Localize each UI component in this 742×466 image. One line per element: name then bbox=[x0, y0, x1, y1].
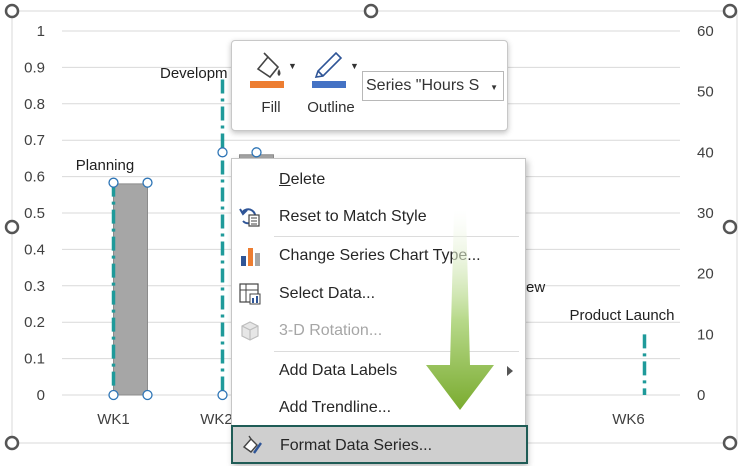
menu-item-delete[interactable]: Delete bbox=[232, 162, 525, 198]
menu-item-format-data-series[interactable]: Format Data Series... bbox=[231, 425, 528, 464]
paint-bucket-icon bbox=[250, 52, 284, 88]
resize-handle-bottom-right[interactable] bbox=[722, 435, 738, 451]
outline-color-swatch bbox=[312, 81, 346, 88]
fill-color-swatch bbox=[250, 81, 284, 88]
primary-axis-tick-label: 0.9 bbox=[24, 59, 45, 76]
primary-axis-tick-label: 0.2 bbox=[24, 314, 45, 331]
select-data-icon bbox=[239, 283, 261, 305]
series-selector-dropdown[interactable]: Series "Hours S ▼ bbox=[362, 71, 504, 101]
selection-handle[interactable] bbox=[217, 147, 228, 158]
menu-item-label: Select Data... bbox=[279, 285, 376, 302]
resize-handle-top-left[interactable] bbox=[4, 3, 20, 19]
selection-handle[interactable] bbox=[142, 177, 153, 188]
fill-dropdown-caret[interactable]: ▼ bbox=[288, 61, 297, 71]
selection-handle[interactable] bbox=[251, 147, 262, 158]
selection-handle[interactable] bbox=[108, 389, 119, 401]
resize-handle-top-right[interactable] bbox=[722, 3, 738, 19]
secondary-axis: 60 50 40 30 20 10 0 bbox=[697, 23, 714, 404]
primary-axis-tick-label: 0.1 bbox=[24, 351, 45, 368]
secondary-axis-tick-label: 60 bbox=[697, 23, 714, 40]
menu-item-change-chart-type[interactable]: Change Series Chart Type... bbox=[232, 238, 525, 274]
menu-separator bbox=[274, 236, 519, 237]
data-label-planning: Planning bbox=[76, 157, 134, 174]
secondary-axis-tick-label: 10 bbox=[697, 326, 714, 343]
menu-item-label: Add Trendline... bbox=[279, 399, 392, 416]
category-tick-label: WK2 bbox=[200, 411, 233, 428]
primary-axis-tick-label: 0.6 bbox=[24, 169, 45, 186]
menu-item-add-trendline[interactable]: Add Trendline... bbox=[232, 390, 525, 426]
primary-axis-tick-label: 0.3 bbox=[24, 278, 45, 295]
format-series-icon bbox=[242, 435, 262, 454]
menu-separator bbox=[274, 351, 519, 352]
cube-icon bbox=[241, 321, 259, 341]
selection-handle[interactable] bbox=[217, 389, 228, 401]
fill-label: Fill bbox=[261, 99, 281, 116]
resize-handle-bottom-left[interactable] bbox=[4, 435, 20, 451]
menu-item-add-data-labels[interactable]: Add Data Labels bbox=[232, 353, 525, 389]
pen-icon bbox=[312, 51, 346, 88]
selection-handle[interactable] bbox=[142, 389, 153, 401]
data-label-review: ew bbox=[526, 279, 545, 296]
secondary-axis-tick-label: 20 bbox=[697, 266, 714, 283]
primary-axis-tick-label: 0.8 bbox=[24, 96, 45, 113]
category-tick-label: WK1 bbox=[97, 411, 130, 428]
format-mini-toolbar: ▼ Fill ▼ Outline Series "Hours S ▼ bbox=[231, 40, 508, 131]
primary-axis-tick-label: 0.7 bbox=[24, 132, 45, 149]
resize-handle-top-mid[interactable] bbox=[363, 3, 379, 19]
secondary-axis-tick-label: 30 bbox=[697, 205, 714, 222]
bar-chart-icon bbox=[241, 248, 260, 266]
menu-item-3d-rotation: 3-D Rotation... bbox=[232, 313, 525, 349]
series-selector-value: Series "Hours S bbox=[366, 77, 480, 94]
resize-handle-mid-left[interactable] bbox=[4, 219, 20, 235]
outline-label: Outline bbox=[307, 99, 355, 116]
menu-item-label: Delete bbox=[279, 171, 326, 188]
primary-axis-tick-label: 0.5 bbox=[24, 205, 45, 222]
bar[interactable] bbox=[113, 183, 148, 396]
selection-handle[interactable] bbox=[108, 177, 119, 188]
outline-button[interactable]: ▼ Outline bbox=[302, 47, 360, 125]
menu-item-label: 3-D Rotation... bbox=[279, 322, 383, 339]
menu-item-label: Add Data Labels bbox=[279, 362, 398, 379]
submenu-arrow-icon bbox=[507, 366, 513, 376]
reset-style-icon bbox=[239, 208, 260, 227]
secondary-axis-tick-label: 0 bbox=[697, 387, 705, 404]
menu-item-reset-style[interactable]: Reset to Match Style bbox=[232, 199, 525, 235]
secondary-axis-tick-label: 50 bbox=[697, 84, 714, 101]
menu-item-label: Reset to Match Style bbox=[279, 208, 427, 225]
primary-axis-tick-label: 1 bbox=[37, 23, 45, 40]
secondary-axis-tick-label: 40 bbox=[697, 144, 714, 161]
menu-item-label: Change Series Chart Type... bbox=[279, 247, 481, 264]
primary-axis-tick-label: 0 bbox=[37, 387, 45, 404]
category-tick-label: WK6 bbox=[612, 411, 645, 428]
data-label-product-launch: Product Launch bbox=[569, 307, 674, 324]
resize-handle-mid-right[interactable] bbox=[722, 219, 738, 235]
context-menu: Delete Reset to Match Style Change Serie… bbox=[231, 158, 528, 464]
data-label-development: Developm bbox=[160, 65, 228, 82]
primary-axis-tick-label: 0.4 bbox=[24, 241, 45, 258]
primary-axis: 1 0.9 0.8 0.7 0.6 0.5 0.4 0.3 0.2 0.1 0 bbox=[24, 23, 45, 404]
chevron-down-icon: ▼ bbox=[490, 83, 498, 92]
fill-button[interactable]: ▼ Fill bbox=[242, 47, 300, 125]
menu-item-select-data[interactable]: Select Data... bbox=[232, 276, 525, 312]
menu-item-label: Format Data Series... bbox=[280, 437, 433, 454]
outline-dropdown-caret[interactable]: ▼ bbox=[350, 61, 359, 71]
